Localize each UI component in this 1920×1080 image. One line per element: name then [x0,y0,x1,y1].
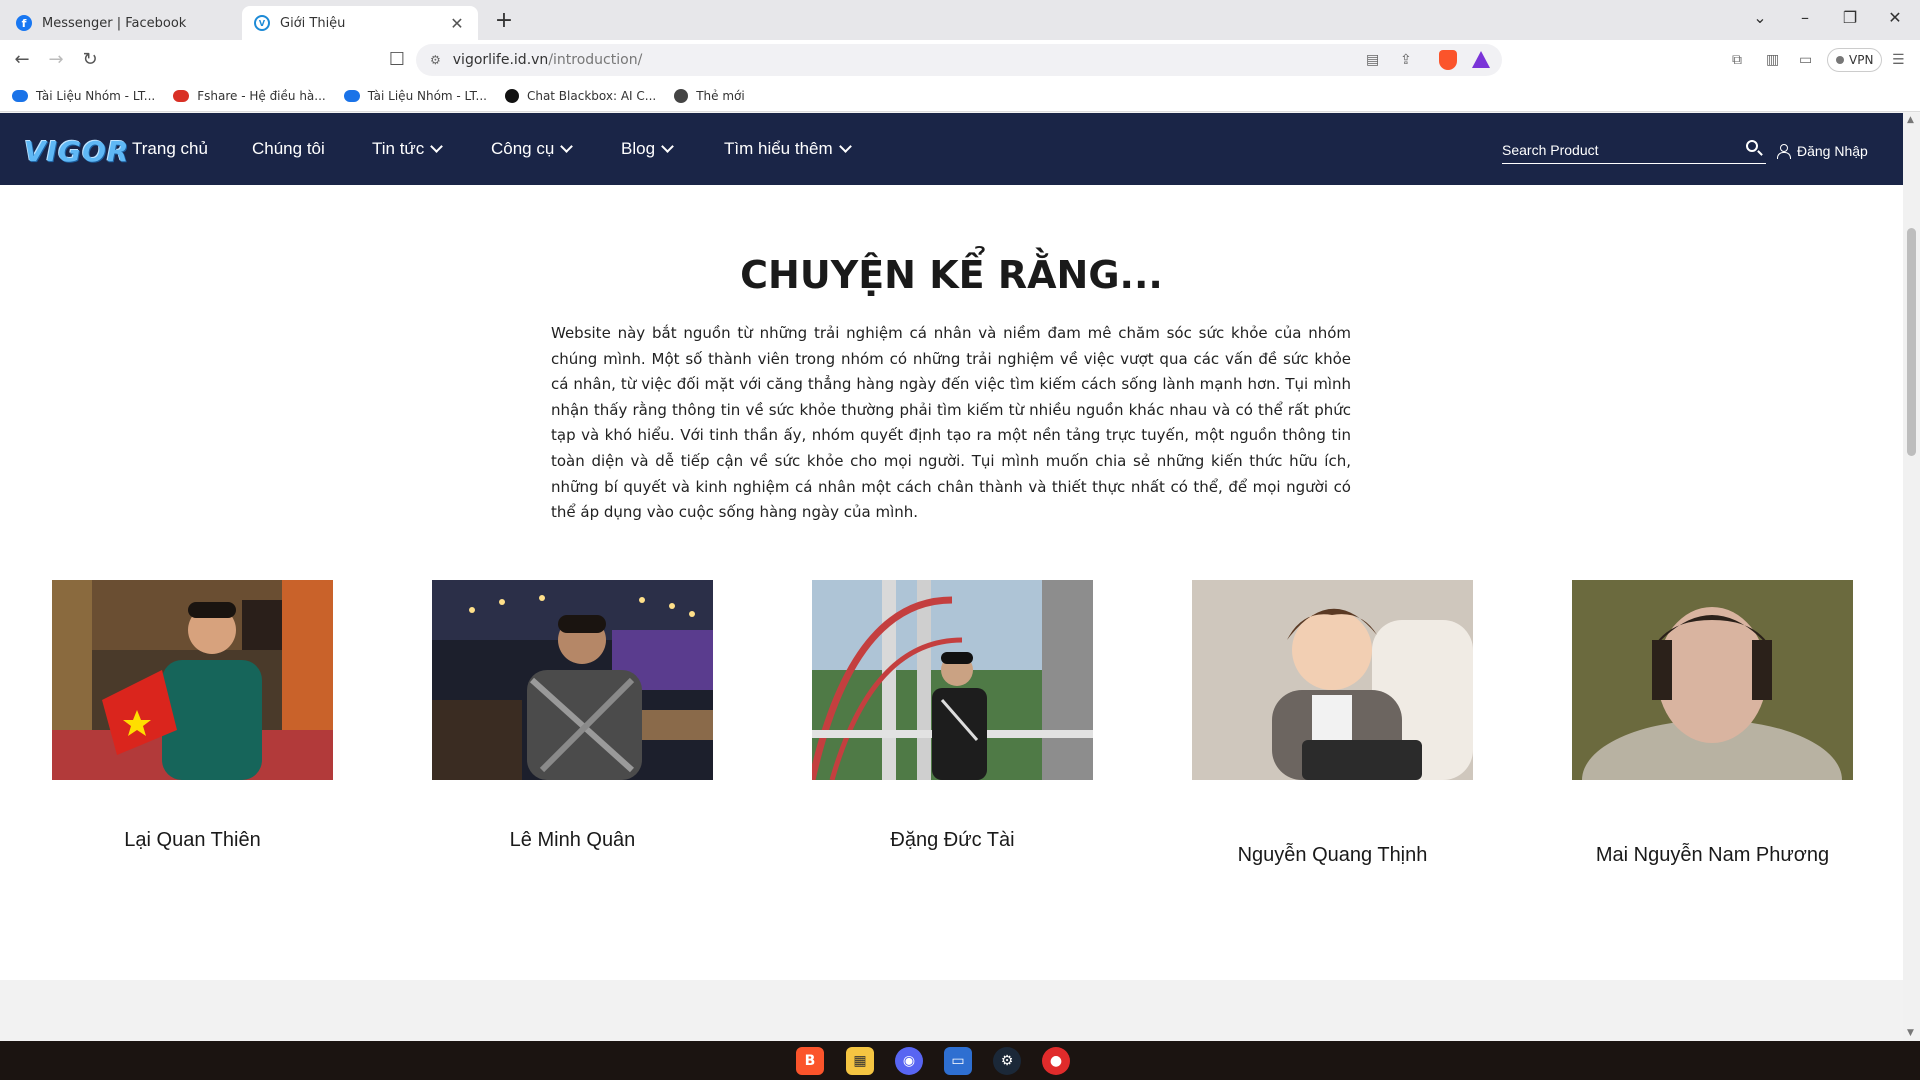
close-tab-icon[interactable]: ✕ [448,14,466,33]
extensions-icon[interactable]: ⧉ [1732,52,1742,68]
menu-icon[interactable]: ☰ [1892,52,1905,68]
member-name: Mai Nguyễn Nam Phương [1595,844,1830,866]
wallet-icon[interactable]: ▭ [1799,52,1812,68]
scroll-thumb[interactable] [1907,228,1916,456]
tab-gioi-thieu[interactable]: V Giới Thiệu ✕ [242,6,478,40]
bookmark-item[interactable]: Tài Liệu Nhóm - LT... [12,89,155,103]
brave-shields-icon[interactable] [1439,50,1457,70]
member-card: Đặng Đức Tài [812,580,1093,851]
nav-cong-cu[interactable]: Công cụ [491,139,574,159]
member-photo [52,580,333,780]
tab-title: Giới Thiệu [280,15,346,31]
chevron-down-icon [430,139,444,153]
cloud-icon [173,89,190,102]
nav-trang-chu[interactable]: Trang chủ [132,139,208,159]
file-explorer-icon[interactable]: ▦ [846,1047,874,1075]
member-photo [432,580,713,780]
discord-icon[interactable]: ◉ [895,1047,923,1075]
vpn-status-icon [1836,56,1844,64]
pc-icon[interactable]: ▭ [944,1047,972,1075]
site-logo[interactable]: VIGOR [24,135,129,168]
bookmark-item[interactable]: Fshare - Hệ điều hà... [173,89,326,103]
bookmark-item[interactable]: Thẻ mới [674,88,745,103]
story-title: CHUYỆN KỂ RẰNG... [740,253,1163,297]
search-box[interactable]: Search Product [1502,138,1766,164]
new-tab-button[interactable]: + [490,8,518,33]
url-text: vigorlife.id.vn/introduction/ [452,52,643,68]
nav-blog[interactable]: Blog [621,139,674,159]
member-photo [812,580,1093,780]
scroll-down-icon[interactable]: ▼ [1907,1028,1914,1038]
member-name: Đặng Đức Tài [890,829,1015,851]
tab-search-chevron-icon[interactable]: ⌄ [1748,8,1772,27]
back-button[interactable]: ← [10,49,34,70]
member-name: Nguyễn Quang Thịnh [1237,844,1428,866]
globe-icon [674,88,689,103]
main-content: CHUYỆN KỂ RẰNG... Website này bắt nguồn … [0,185,1903,980]
login-button[interactable]: Đăng Nhập [1777,143,1868,159]
browser-tab-bar: f Messenger | Facebook V Giới Thiệu ✕ + … [0,0,1920,40]
forward-button[interactable]: → [44,49,68,70]
cloud-icon [343,89,360,102]
member-name: Lê Minh Quân [509,829,636,851]
chevron-down-icon [661,139,674,153]
facebook-icon: f [16,15,32,31]
vpn-label: VPN [1849,53,1874,67]
bookmark-icon[interactable]: ☐ [385,49,409,70]
member-card: Lại Quan Thiên [52,580,333,851]
restore-button[interactable]: ❐ [1838,8,1862,27]
site-favicon-icon: V [254,15,270,31]
search-input[interactable]: Search Product [1502,142,1599,158]
member-photo [1572,580,1853,780]
browser-toolbar: ← → ↻ ☐ ⚙ vigorlife.id.vn/introduction/ … [0,40,1920,80]
scroll-up-icon[interactable]: ▲ [1907,115,1914,125]
reader-mode-icon[interactable]: ▤ [1366,52,1379,68]
bookmark-item[interactable]: Chat Blackbox: AI C... [504,88,656,103]
steam-icon[interactable]: ⚙ [993,1047,1021,1075]
app-icon[interactable]: ● [1042,1047,1070,1075]
user-icon [1777,144,1791,159]
footer-area [0,980,1903,1041]
share-icon[interactable]: ⇪ [1400,52,1412,68]
blackbox-icon [504,88,519,103]
member-name: Lại Quan Thiên [124,829,261,851]
member-photo [1192,580,1473,780]
site-settings-icon[interactable]: ⚙ [430,53,441,67]
tab-title: Messenger | Facebook [42,15,187,31]
member-card: Mai Nguyễn Nam Phương [1572,580,1853,866]
chevron-down-icon [560,139,574,153]
login-label: Đăng Nhập [1797,143,1868,159]
tab-messenger[interactable]: f Messenger | Facebook [4,6,240,40]
page-scrollbar[interactable]: ▲ ▼ [1903,113,1920,1041]
sidebar-icon[interactable]: ▥ [1766,52,1779,68]
vpn-button[interactable]: VPN [1827,48,1883,72]
brave-icon[interactable]: B [796,1047,824,1075]
address-bar[interactable]: ⚙ vigorlife.id.vn/introduction/ [416,44,1502,76]
close-window-button[interactable]: ✕ [1883,8,1907,27]
nav-chung-toi[interactable]: Chúng tôi [252,139,325,159]
cloud-icon [12,89,28,102]
search-icon[interactable] [1746,140,1758,152]
taskbar: B ▦ ◉ ▭ ⚙ ● [0,1041,1920,1080]
nav-tin-tuc[interactable]: Tin tức [372,139,444,159]
site-header: VIGOR Trang chủ Chúng tôi Tin tức Công c… [0,113,1903,185]
minimize-button[interactable]: – [1793,8,1817,27]
reload-button[interactable]: ↻ [78,49,102,70]
member-card: Nguyễn Quang Thịnh [1192,580,1473,866]
bookmark-item[interactable]: Tài Liệu Nhóm - LT... [343,89,487,103]
bookmarks-bar: Tài Liệu Nhóm - LT... Fshare - Hệ điều h… [0,80,1920,112]
member-card: Lê Minh Quân [432,580,713,851]
brave-rewards-icon[interactable] [1472,51,1490,68]
chevron-down-icon [838,139,852,153]
story-body: Website này bắt nguồn từ những trải nghi… [551,324,1351,522]
nav-tim-hieu-them[interactable]: Tìm hiểu thêm [724,139,852,159]
